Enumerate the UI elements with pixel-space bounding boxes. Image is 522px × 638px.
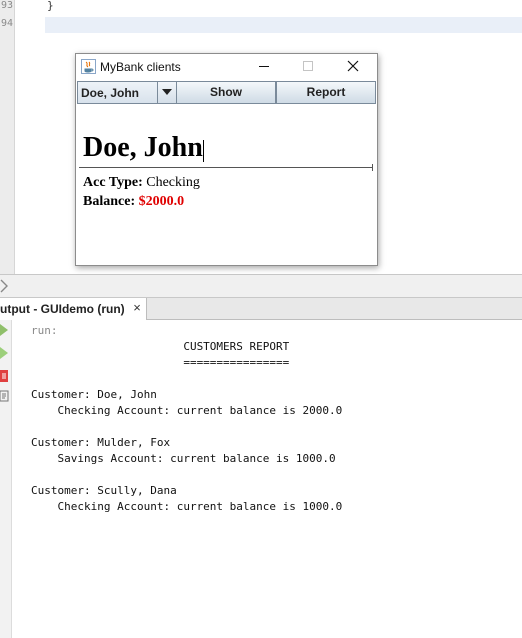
balance-value: $2000.0: [138, 194, 185, 209]
output-line: Customer: Doe, John: [31, 388, 157, 401]
settings-icon[interactable]: [0, 390, 9, 402]
output-line: ================: [31, 356, 290, 369]
maximize-button[interactable]: [286, 54, 330, 79]
minimize-icon: [259, 66, 269, 67]
acc-type-row: Acc Type: Checking: [83, 175, 200, 191]
line-number-93: 93: [0, 0, 13, 11]
show-button[interactable]: Show: [176, 81, 276, 104]
window-toolbar: Doe, John Show Report: [76, 80, 377, 106]
output-line: Checking Account: current balance is 100…: [31, 500, 343, 513]
separator-line: [79, 167, 373, 168]
output-line: CUSTOMERS REPORT: [31, 340, 290, 353]
window-titlebar[interactable]: MyBank clients: [76, 54, 377, 79]
client-combobox-value: Doe, John: [81, 86, 140, 100]
chevron-down-icon: [162, 89, 172, 95]
window-title: MyBank clients: [100, 60, 181, 74]
report-button[interactable]: Report: [276, 81, 376, 104]
mybank-window[interactable]: MyBank clients Doe, John Show Report Doe…: [75, 53, 378, 266]
tab-output[interactable]: utput - GUIdemo (run) ×: [0, 298, 147, 320]
current-line-highlight: [45, 17, 522, 33]
text-caret: [203, 140, 204, 162]
acc-type-value: Checking: [146, 175, 200, 190]
rerun-different-icon[interactable]: [0, 347, 9, 359]
line-number-gutter: 93 94: [0, 0, 15, 275]
output-text: run: CUSTOMERS REPORT ================ Cu…: [31, 323, 342, 515]
combobox-dropdown-button[interactable]: [157, 82, 176, 103]
output-toolbar: [0, 320, 12, 638]
separator-end-tick: [372, 164, 373, 171]
close-icon: [347, 60, 359, 72]
run-label: run:: [31, 324, 58, 337]
output-line: Customer: Mulder, Fox: [31, 436, 171, 449]
minimize-button[interactable]: [242, 54, 286, 79]
output-console[interactable]: run: CUSTOMERS REPORT ================ Cu…: [0, 320, 522, 638]
output-tabbar: utput - GUIdemo (run) ×: [0, 298, 522, 320]
close-window-button[interactable]: [331, 54, 375, 79]
line-number-94: 94: [0, 18, 13, 29]
balance-row: Balance: $2000.0: [83, 194, 184, 210]
tab-output-label: utput - GUIdemo (run): [0, 302, 125, 316]
panel-divider[interactable]: [0, 274, 522, 298]
output-line: Customer: Scully, Dana: [31, 484, 177, 497]
client-combobox[interactable]: Doe, John: [77, 81, 176, 104]
acc-type-label: Acc Type:: [83, 175, 143, 190]
output-line: Checking Account: current balance is 200…: [31, 404, 343, 417]
balance-label: Balance:: [83, 194, 136, 209]
close-icon[interactable]: ×: [130, 300, 144, 316]
maximize-icon: [303, 61, 313, 71]
rerun-icon[interactable]: [0, 324, 9, 336]
java-app-icon: [81, 59, 96, 74]
output-line: Savings Account: current balance is 1000…: [31, 452, 336, 465]
expand-arrow-icon[interactable]: [0, 279, 8, 293]
client-name-heading[interactable]: Doe, John: [83, 132, 203, 164]
stop-icon[interactable]: [0, 370, 9, 382]
code-line-93: }: [47, 0, 54, 12]
